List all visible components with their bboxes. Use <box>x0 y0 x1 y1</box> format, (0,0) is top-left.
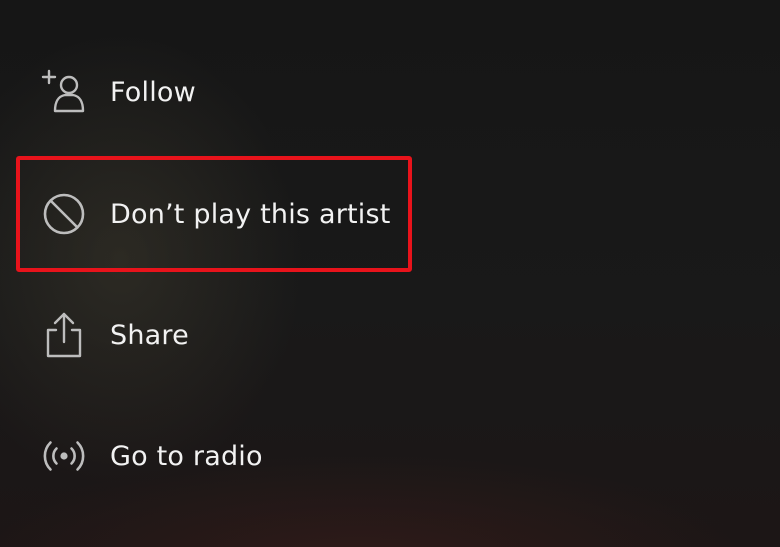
go-to-radio-menu-item[interactable]: Go to radio <box>36 424 556 488</box>
block-icon <box>36 186 92 242</box>
follow-label: Follow <box>110 76 196 108</box>
dont-play-artist-label: Don’t play this artist <box>110 198 391 230</box>
add-user-icon <box>36 64 92 120</box>
context-menu: Follow Don’t play this artist Share Go t… <box>0 0 780 547</box>
share-menu-item[interactable]: Share <box>36 303 556 367</box>
share-icon <box>36 307 92 363</box>
follow-menu-item[interactable]: Follow <box>36 60 556 124</box>
dont-play-artist-menu-item[interactable]: Don’t play this artist <box>36 182 556 246</box>
share-label: Share <box>110 319 189 351</box>
go-to-radio-label: Go to radio <box>110 440 263 472</box>
radio-icon <box>36 428 92 484</box>
